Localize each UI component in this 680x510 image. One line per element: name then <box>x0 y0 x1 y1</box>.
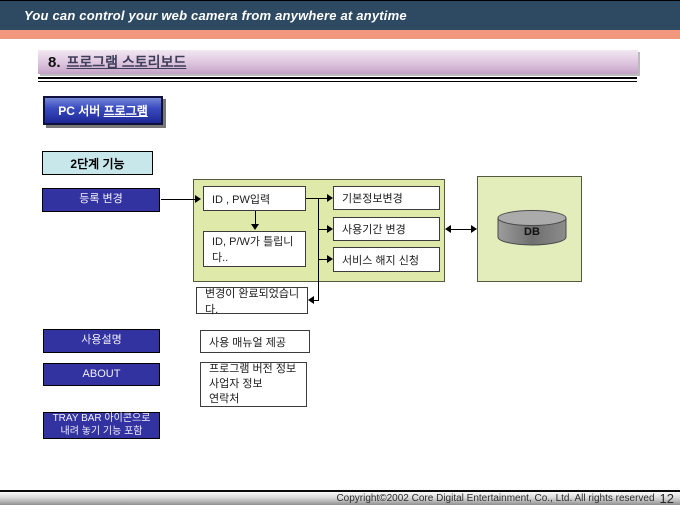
arrow-line <box>161 199 195 200</box>
service-cancel-box: 서비스 해지 신청 <box>333 247 440 272</box>
slide-title-number: 8. <box>48 53 61 71</box>
slide: You can control your web camera from any… <box>0 0 680 510</box>
arrow-head-right-icon <box>471 225 477 233</box>
about-info-line3: 연락처 <box>209 392 240 405</box>
accent-bar <box>0 30 680 39</box>
connector-line <box>318 198 327 199</box>
basic-info-change-box: 기본정보변경 <box>333 186 440 210</box>
tray-bar-line1: TRAY BAR 아이콘으로 <box>52 413 151 424</box>
id-pw-input-box: ID , PW입력 <box>203 186 306 211</box>
footer-bar: Copyright©2002 Core Digital Entertainmen… <box>0 490 680 506</box>
db-cylinder-icon: DB <box>497 210 567 246</box>
connector-line <box>306 198 318 199</box>
arrow-head-right-icon <box>195 195 201 203</box>
title-double-rule <box>38 77 637 82</box>
connector-line <box>318 198 319 301</box>
id-pw-wrong-box: ID, P/W가 틀립니다.. <box>203 231 306 267</box>
copyright-text: Copyright©2002 Core Digital Entertainmen… <box>336 493 655 504</box>
connector-line <box>318 259 327 260</box>
arrow-line <box>314 300 319 301</box>
arrow-head-down-icon <box>251 224 259 230</box>
header-tagline-bar: You can control your web camera from any… <box>0 1 680 30</box>
usage-period-change-box: 사용기간 변경 <box>333 217 440 241</box>
arrow-line <box>449 229 473 230</box>
arrow-head-left-icon <box>308 296 314 304</box>
pc-server-program-button: PC 서버 프로그램 <box>43 96 163 125</box>
tagline-text: You can control your web camera from any… <box>24 8 407 23</box>
page-number: 12 <box>659 491 674 506</box>
slide-title-text: 프로그램 스토리보드 <box>66 54 187 70</box>
pc-server-program-label: PC 서버 프로그램 <box>58 104 148 118</box>
stage-2-label-box: 2단계 기능 <box>42 151 153 175</box>
register-change-box: 등록 변경 <box>42 188 160 212</box>
about-info-line2: 사업자 정보 <box>209 378 263 391</box>
tray-bar-box: TRAY BAR 아이콘으로 내려 놓기 기능 포함 <box>43 412 160 439</box>
about-box: ABOUT <box>43 363 160 386</box>
arrow-head-right-icon <box>327 194 333 202</box>
usage-manual-box: 사용 매뉴얼 제공 <box>200 330 310 353</box>
arrow-head-right-icon <box>327 225 333 233</box>
change-complete-box: 변경이 완료되었습니다. <box>196 287 308 316</box>
arrow-head-left-icon <box>445 225 451 233</box>
usage-guide-box: 사용설명 <box>43 329 160 353</box>
connector-line <box>318 229 327 230</box>
slide-title-bar: 8. 프로그램 스토리보드 <box>38 50 638 74</box>
about-info-line1: 프로그램 버전 정보 <box>209 363 297 376</box>
about-info-box: 프로그램 버전 정보 사업자 정보 연락처 <box>200 362 307 407</box>
arrow-line <box>255 211 256 225</box>
arrow-head-right-icon <box>327 255 333 263</box>
db-label: DB <box>524 226 540 238</box>
tray-bar-line2: 내려 놓기 기능 포함 <box>60 425 143 437</box>
